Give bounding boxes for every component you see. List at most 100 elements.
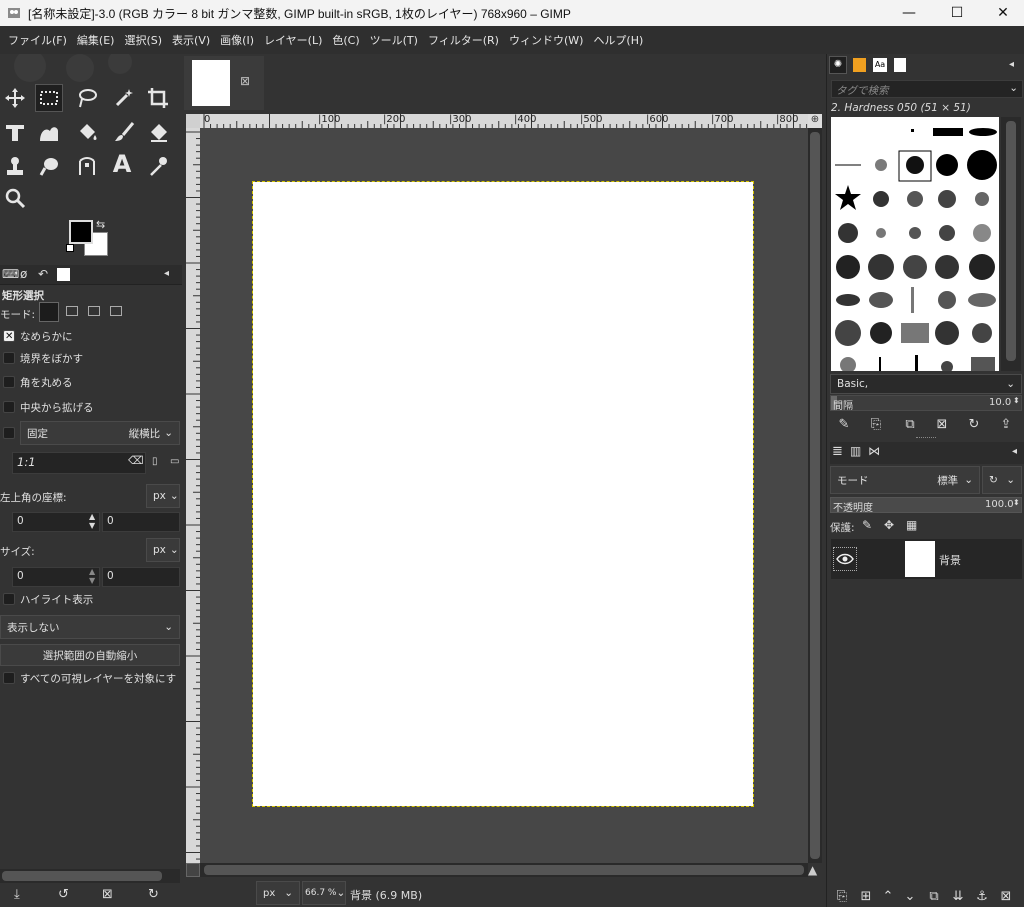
move-tool-icon[interactable] — [1, 84, 29, 112]
paths-tool-icon[interactable] — [73, 152, 101, 180]
spacing-slider[interactable]: 間隔 10.0 ⬍ — [830, 395, 1022, 412]
transform-tool-icon[interactable] — [1, 118, 29, 146]
autoshrink-button[interactable]: 選択範囲の自動縮小 — [0, 644, 180, 666]
ratio-input[interactable]: 1:1 — [12, 452, 146, 474]
navigate-icon[interactable]: ▲ — [808, 863, 822, 877]
new-layer-icon[interactable]: ⎘ — [832, 886, 852, 906]
eraser-tool-icon[interactable] — [144, 118, 172, 146]
tool-options-scrollbar[interactable] — [0, 869, 180, 883]
feather-checkbox[interactable] — [3, 352, 15, 364]
document-history-tab-icon[interactable] — [894, 58, 906, 72]
panel-menu-icon[interactable]: ◂ — [1012, 446, 1017, 457]
opacity-spin-icon[interactable]: ⬍ — [1013, 498, 1020, 507]
tool-options-tab-icon[interactable]: ⌨ — [2, 267, 19, 281]
image-tab[interactable]: ⊠ — [184, 56, 264, 110]
new-layer-group-icon[interactable]: ⊞ — [856, 886, 876, 906]
delete-brush-icon[interactable]: ⊠ — [932, 414, 952, 434]
layers-tab-icon[interactable]: ≣ — [832, 444, 843, 459]
zoom-on-resize-icon[interactable]: ⊕ — [808, 114, 822, 128]
new-brush-icon[interactable]: ⎘ — [866, 414, 886, 434]
undo-history-tab-icon[interactable]: ↶ — [38, 267, 48, 281]
layer-name[interactable]: 背景 — [939, 552, 961, 568]
refresh-brushes-icon[interactable]: ↻ — [964, 414, 984, 434]
lasso-tool-icon[interactable] — [73, 84, 101, 112]
lock-pixels-icon[interactable]: ✎ — [862, 518, 872, 532]
foreground-color-swatch[interactable] — [69, 220, 93, 244]
fonts-tab-icon[interactable]: Aa — [873, 58, 887, 72]
images-tab-icon[interactable] — [57, 268, 70, 281]
menu-windows[interactable]: ウィンドウ(W) — [505, 32, 587, 48]
spacing-spin-icon[interactable]: ⬍ — [1013, 396, 1020, 405]
layer-mode-dropdown[interactable]: モード 標準 ⌄ — [830, 466, 980, 494]
layer-row[interactable]: 背景 — [831, 539, 1022, 579]
reset-options-icon[interactable]: ↻ — [148, 887, 159, 902]
menu-help[interactable]: ヘルプ(H) — [589, 32, 647, 48]
crop-tool-icon[interactable] — [144, 84, 172, 112]
anchor-layer-icon[interactable]: ⚓ — [972, 886, 992, 906]
menu-select[interactable]: 選択(S) — [120, 32, 166, 48]
brush-grid[interactable] — [831, 117, 999, 371]
ruler-corner[interactable] — [186, 114, 200, 128]
duplicate-brush-icon[interactable]: ⧉ — [900, 414, 920, 434]
layer-visibility-eye-icon[interactable] — [833, 547, 857, 571]
bucket-fill-tool-icon[interactable] — [73, 118, 101, 146]
save-options-icon[interactable]: ⤓ — [14, 887, 20, 902]
vertical-ruler[interactable] — [186, 128, 200, 863]
mode-replace-button[interactable] — [39, 302, 59, 322]
restore-options-icon[interactable]: ↺ — [58, 887, 69, 902]
edit-brush-icon[interactable]: ✎ — [834, 414, 854, 434]
patterns-tab-icon[interactable] — [853, 58, 866, 72]
size-width-input[interactable]: 0 — [12, 567, 100, 587]
duplicate-layer-icon[interactable]: ⧉ — [924, 886, 944, 906]
size-width-spin-icon[interactable]: ▲ ▼ — [89, 567, 95, 585]
dock-separator-handle[interactable] — [916, 437, 936, 440]
all-layers-checkbox[interactable] — [3, 672, 15, 684]
channels-tab-icon[interactable]: ▥ — [850, 444, 861, 458]
mode-add-button[interactable] — [66, 306, 78, 316]
delete-options-icon[interactable]: ⊠ — [102, 887, 113, 902]
panel-menu-icon[interactable]: ◂ — [1009, 59, 1014, 70]
landscape-icon[interactable]: ▭ — [170, 456, 179, 467]
panel-menu-icon[interactable]: ◂ — [164, 268, 169, 279]
color-picker-tool-icon[interactable] — [144, 152, 172, 180]
size-height-input[interactable]: 0 — [102, 567, 180, 587]
raise-layer-icon[interactable]: ⌃ — [878, 886, 898, 906]
quick-mask-toggle[interactable] — [186, 863, 200, 877]
position-x-spin-icon[interactable]: ▲ ▼ — [89, 512, 95, 530]
swap-colors-icon[interactable]: ⇆ — [96, 218, 105, 231]
mode-subtract-button[interactable] — [88, 306, 100, 316]
horizontal-scrollbar[interactable] — [200, 863, 808, 877]
horizontal-ruler[interactable]: 0 |100 |200 |300 |400 |500 |600 |700 |80… — [200, 114, 808, 128]
brush-preset-dropdown[interactable]: Basic, ⌄ — [830, 374, 1022, 394]
brushes-tab-icon[interactable]: ✺ — [829, 56, 847, 74]
menu-filters[interactable]: フィルター(R) — [424, 32, 503, 48]
menu-view[interactable]: 表示(V) — [168, 32, 214, 48]
delete-layer-icon[interactable]: ⊠ — [996, 886, 1016, 906]
smudge-tool-icon[interactable] — [35, 152, 63, 180]
lower-layer-icon[interactable]: ⌄ — [900, 886, 920, 906]
size-unit-dropdown[interactable]: px ⌄ — [146, 538, 180, 562]
image-canvas[interactable] — [252, 181, 754, 807]
clone-tool-icon[interactable] — [1, 152, 29, 180]
maximize-button[interactable]: ☐ — [934, 0, 980, 26]
minimize-button[interactable]: — — [886, 0, 932, 26]
close-button[interactable]: ✕ — [980, 0, 1024, 26]
merge-layer-icon[interactable]: ⇊ — [948, 886, 968, 906]
rect-select-tool-icon[interactable] — [35, 84, 63, 112]
device-status-tab-icon[interactable]: ø — [20, 267, 27, 281]
mode-intersect-button[interactable] — [110, 306, 122, 316]
vertical-scrollbar[interactable] — [808, 128, 822, 863]
clear-input-icon[interactable]: ⌫ — [128, 454, 144, 467]
zoom-dropdown[interactable]: 66.7 % ⌄ — [302, 881, 346, 905]
position-y-input[interactable]: 0 — [102, 512, 180, 532]
fuzzy-select-tool-icon[interactable] — [110, 84, 138, 112]
warp-tool-icon[interactable] — [35, 118, 63, 146]
paintbrush-tool-icon[interactable] — [110, 118, 138, 146]
brush-tag-filter[interactable]: タグで検索 ⌄ — [831, 80, 1023, 98]
portrait-icon[interactable]: ▯ — [152, 456, 158, 467]
menu-tools[interactable]: ツール(T) — [366, 32, 422, 48]
text-tool-icon[interactable]: A — [108, 150, 136, 178]
unit-dropdown[interactable]: px ⌄ — [256, 881, 300, 905]
opacity-slider[interactable]: 不透明度 100.0 ⬍ — [830, 497, 1022, 514]
fixed-checkbox[interactable] — [3, 427, 15, 439]
